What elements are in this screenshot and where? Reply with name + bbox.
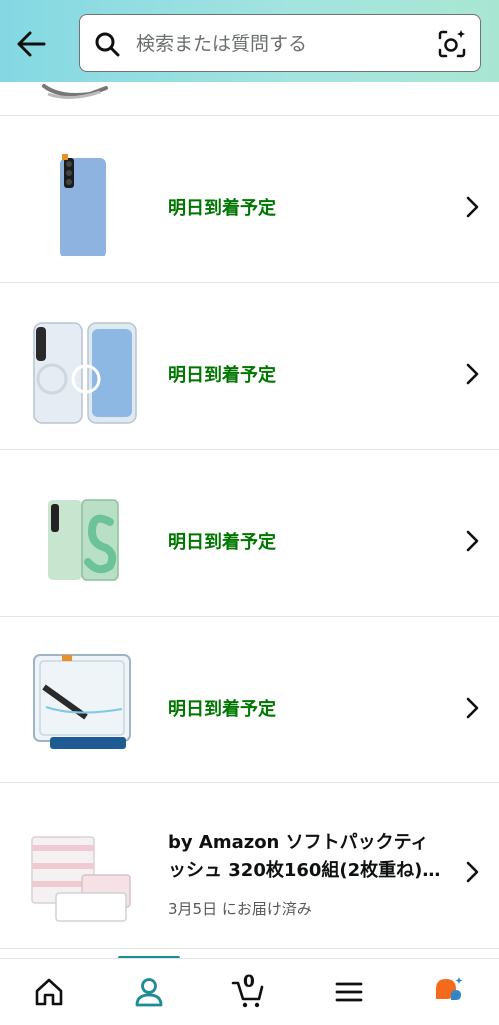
chevron-right-icon <box>466 363 479 385</box>
product-title[interactable]: by Amazon ソフトパックティ ッシュ 320枚160組(2枚重ね)… <box>168 829 450 885</box>
product-thumbnail <box>60 154 106 256</box>
back-arrow-icon <box>17 31 46 57</box>
cart-count: 0 <box>243 972 255 992</box>
nav-cart[interactable] <box>200 959 300 1025</box>
search-icon <box>95 32 120 57</box>
delivery-status: 明日到着予定 <box>168 532 276 553</box>
search-bar[interactable]: 検索または質問する <box>79 14 481 72</box>
list-item[interactable] <box>0 82 499 116</box>
chevron-right-icon <box>466 697 479 719</box>
product-thumbnail <box>42 84 108 99</box>
nav-rufus[interactable] <box>400 959 499 1025</box>
chevron-right-icon <box>466 861 479 883</box>
product-thumbnail <box>33 654 131 749</box>
product-thumbnail <box>48 499 119 581</box>
nav-menu[interactable] <box>300 959 400 1025</box>
product-title-line: by Amazon ソフトパックティ <box>168 832 429 853</box>
search-input[interactable]: 検索または質問する <box>136 30 307 58</box>
person-icon <box>135 978 163 1007</box>
list-item[interactable]: 明日到着予定 <box>0 450 499 617</box>
top-header: 検索または質問する <box>0 0 499 82</box>
camera-lens-icon[interactable] <box>436 28 468 60</box>
delivery-status: 明日到着予定 <box>168 198 276 219</box>
list-item[interactable]: by Amazon ソフトパックティ ッシュ 320枚160組(2枚重ね)… 3… <box>0 783 499 949</box>
nav-home[interactable] <box>0 959 100 1025</box>
delivered-date: 3月5日 にお届け済み <box>168 900 312 918</box>
list-item[interactable]: 明日到着予定 <box>0 116 499 283</box>
list-item[interactable]: 明日到着予定 <box>0 283 499 450</box>
delivery-status: 明日到着予定 <box>168 699 276 720</box>
list-item[interactable]: 明日到着予定 <box>0 617 499 783</box>
nav-account[interactable] <box>100 959 200 1025</box>
home-icon <box>35 978 63 1006</box>
chevron-right-icon <box>466 196 479 218</box>
hamburger-menu-icon <box>335 982 363 1002</box>
product-title-line: ッシュ 320枚160組(2枚重ね)… <box>168 860 441 881</box>
back-button[interactable] <box>12 24 52 64</box>
product-thumbnail <box>31 836 131 922</box>
product-thumbnail <box>33 322 137 424</box>
delivery-status: 明日到着予定 <box>168 365 276 386</box>
chevron-right-icon <box>466 530 479 552</box>
ai-assistant-icon <box>436 977 463 1000</box>
